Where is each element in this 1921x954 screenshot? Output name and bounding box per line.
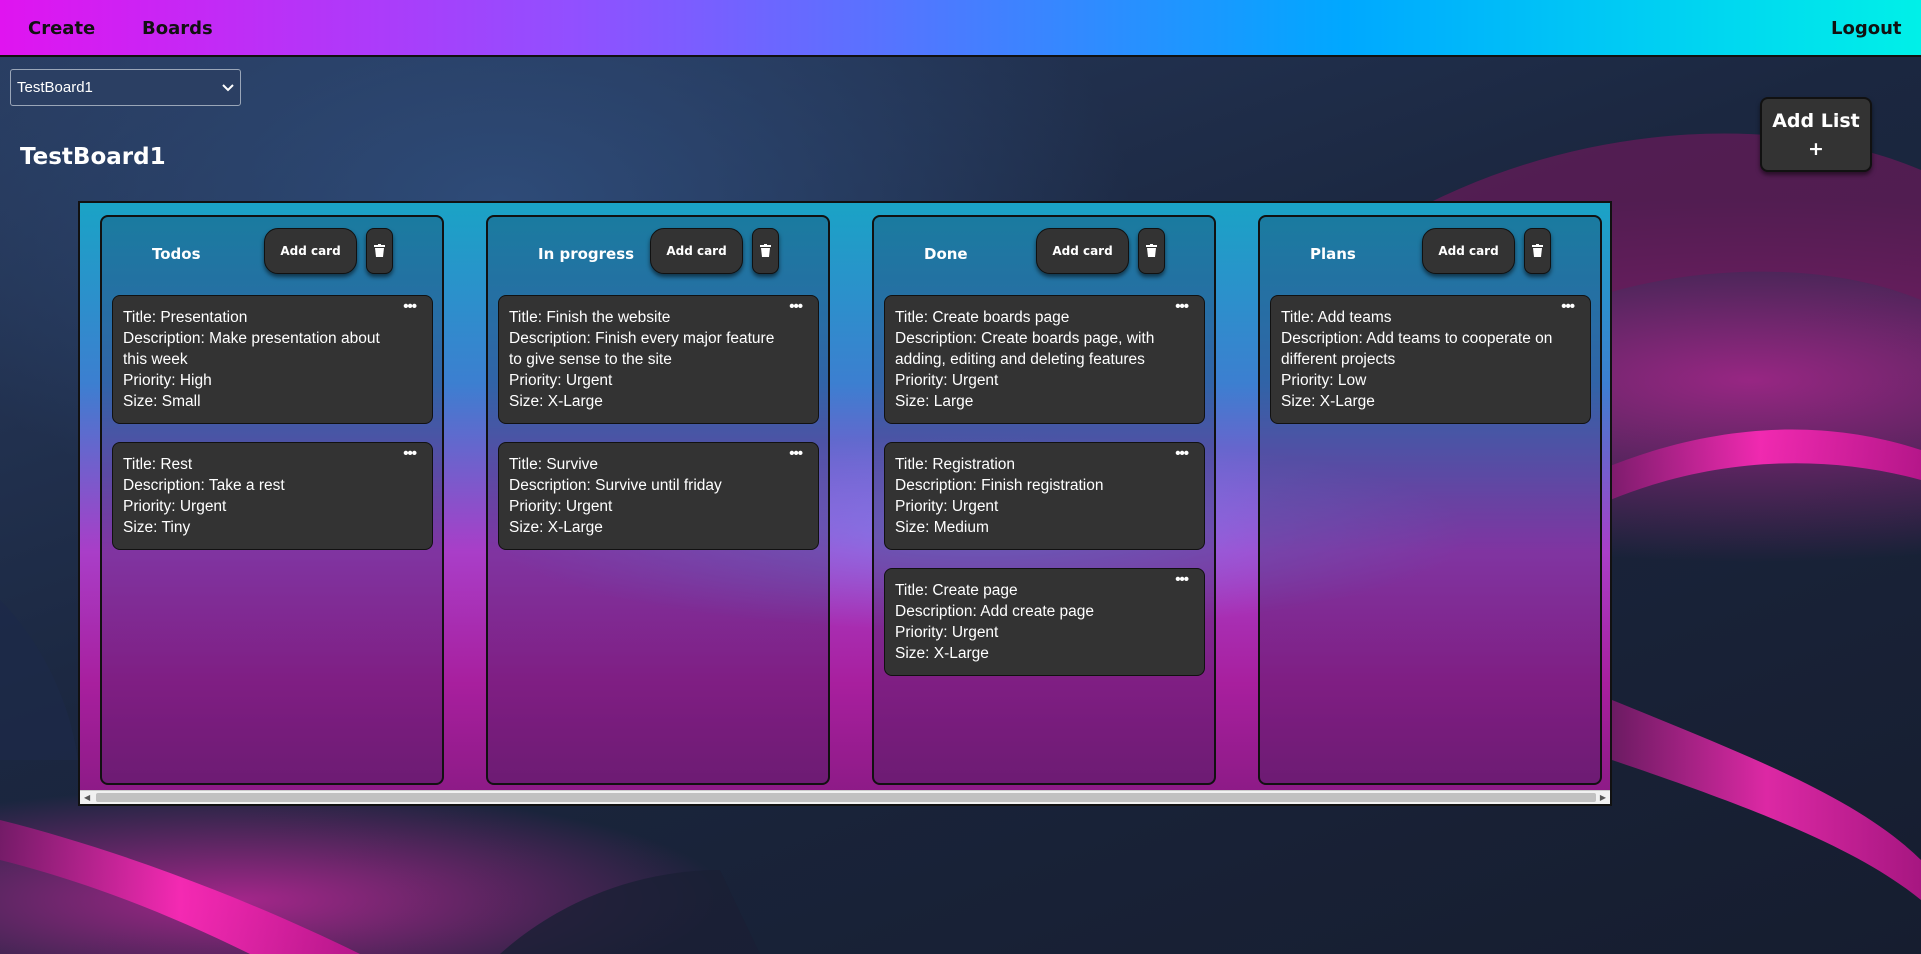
nav-create-link[interactable]: Create [28, 18, 95, 39]
plus-icon: + [1808, 137, 1824, 160]
card-title: Title: Finish the website [509, 309, 671, 326]
scrollbar-thumb[interactable] [96, 793, 1596, 802]
card-title: Title: Registration [895, 456, 1016, 473]
card-priority: Priority: Urgent [895, 498, 999, 515]
list-title: Done [924, 245, 968, 263]
card-size: Size: X-Large [1281, 393, 1375, 410]
card-priority: Priority: Urgent [895, 624, 999, 641]
card[interactable]: ••• Title: Registration Description: Fin… [884, 442, 1205, 550]
more-options-icon[interactable]: ••• [789, 299, 803, 314]
card-size: Size: X-Large [509, 519, 603, 536]
list-in-progress: In progress Add card ••• Title: Finish t… [486, 215, 830, 785]
trash-icon [374, 242, 385, 261]
card[interactable]: ••• Title: Survive Description: Survive … [498, 442, 819, 550]
card-description: Description: Take a rest [123, 477, 285, 494]
card[interactable]: ••• Title: Rest Description: Take a rest… [112, 442, 433, 550]
trash-icon [760, 242, 771, 261]
delete-list-button[interactable] [752, 228, 779, 274]
add-list-button[interactable]: Add List + [1760, 97, 1872, 172]
card-priority: Priority: High [123, 372, 212, 389]
card-title: Title: Add teams [1281, 309, 1392, 326]
chevron-down-icon [222, 81, 234, 95]
card-description: Description: Survive until friday [509, 477, 722, 494]
delete-list-button[interactable] [366, 228, 393, 274]
card-priority: Priority: Low [1281, 372, 1367, 389]
card-size: Size: X-Large [895, 645, 989, 662]
add-list-label: Add List [1772, 109, 1860, 132]
list-title: In progress [538, 245, 635, 263]
card[interactable]: ••• Title: Presentation Description: Mak… [112, 295, 433, 424]
card-description: Description: Add create page [895, 603, 1095, 620]
card-description: Description: Create boards page, with ad… [895, 330, 1155, 368]
card[interactable]: ••• Title: Add teams Description: Add te… [1270, 295, 1591, 424]
card-size: Size: Small [123, 393, 201, 410]
card-description: Description: Finish registration [895, 477, 1104, 494]
nav-boards-link[interactable]: Boards [142, 18, 213, 39]
more-options-icon[interactable]: ••• [1175, 572, 1189, 587]
card[interactable]: ••• Title: Create page Description: Add … [884, 568, 1205, 676]
scroll-right-icon[interactable]: ▶ [1600, 793, 1606, 802]
card-title: Title: Presentation [123, 309, 248, 326]
card-description: Description: Make presentation about thi… [123, 330, 380, 368]
nav-logout-link[interactable]: Logout [1831, 18, 1902, 39]
board-lists-container: Todos Add card ••• Title: Presentation D… [78, 201, 1612, 806]
card-priority: Priority: Urgent [895, 372, 999, 389]
board-select-value: TestBoard1 [17, 79, 93, 96]
list-done: Done Add card ••• Title: Create boards p… [872, 215, 1216, 785]
list-plans: Plans Add card ••• Title: Add teams Desc… [1258, 215, 1602, 785]
card[interactable]: ••• Title: Create boards page Descriptio… [884, 295, 1205, 424]
card-size: Size: Large [895, 393, 974, 410]
more-options-icon[interactable]: ••• [403, 299, 417, 314]
card-title: Title: Create boards page [895, 309, 1070, 326]
card-priority: Priority: Urgent [509, 372, 613, 389]
card[interactable]: ••• Title: Finish the website Descriptio… [498, 295, 819, 424]
card-title: Title: Create page [895, 582, 1018, 599]
list-title: Todos [152, 245, 201, 263]
card-size: Size: Tiny [123, 519, 191, 536]
card-priority: Priority: Urgent [123, 498, 227, 515]
trash-icon [1146, 242, 1157, 261]
add-card-button[interactable]: Add card [1036, 228, 1129, 274]
horizontal-scrollbar[interactable]: ◀ ▶ [80, 790, 1610, 804]
more-options-icon[interactable]: ••• [1175, 299, 1189, 314]
more-options-icon[interactable]: ••• [789, 446, 803, 461]
top-navbar: Create Boards Logout [0, 0, 1921, 57]
card-description: Description: Add teams to cooperate on d… [1281, 330, 1553, 368]
card-title: Title: Rest [123, 456, 193, 473]
add-card-button[interactable]: Add card [650, 228, 743, 274]
card-size: Size: Medium [895, 519, 989, 536]
list-todos: Todos Add card ••• Title: Presentation D… [100, 215, 444, 785]
board-title: TestBoard1 [20, 144, 166, 170]
more-options-icon[interactable]: ••• [1175, 446, 1189, 461]
card-description: Description: Finish every major feature … [509, 330, 775, 368]
card-priority: Priority: Urgent [509, 498, 613, 515]
list-title: Plans [1310, 245, 1356, 263]
board-select-dropdown[interactable]: TestBoard1 [10, 69, 241, 106]
more-options-icon[interactable]: ••• [1561, 299, 1575, 314]
delete-list-button[interactable] [1138, 228, 1165, 274]
card-title: Title: Survive [509, 456, 599, 473]
scroll-left-icon[interactable]: ◀ [84, 793, 90, 802]
trash-icon [1532, 242, 1543, 261]
card-size: Size: X-Large [509, 393, 603, 410]
more-options-icon[interactable]: ••• [403, 446, 417, 461]
delete-list-button[interactable] [1524, 228, 1551, 274]
add-card-button[interactable]: Add card [1422, 228, 1515, 274]
add-card-button[interactable]: Add card [264, 228, 357, 274]
